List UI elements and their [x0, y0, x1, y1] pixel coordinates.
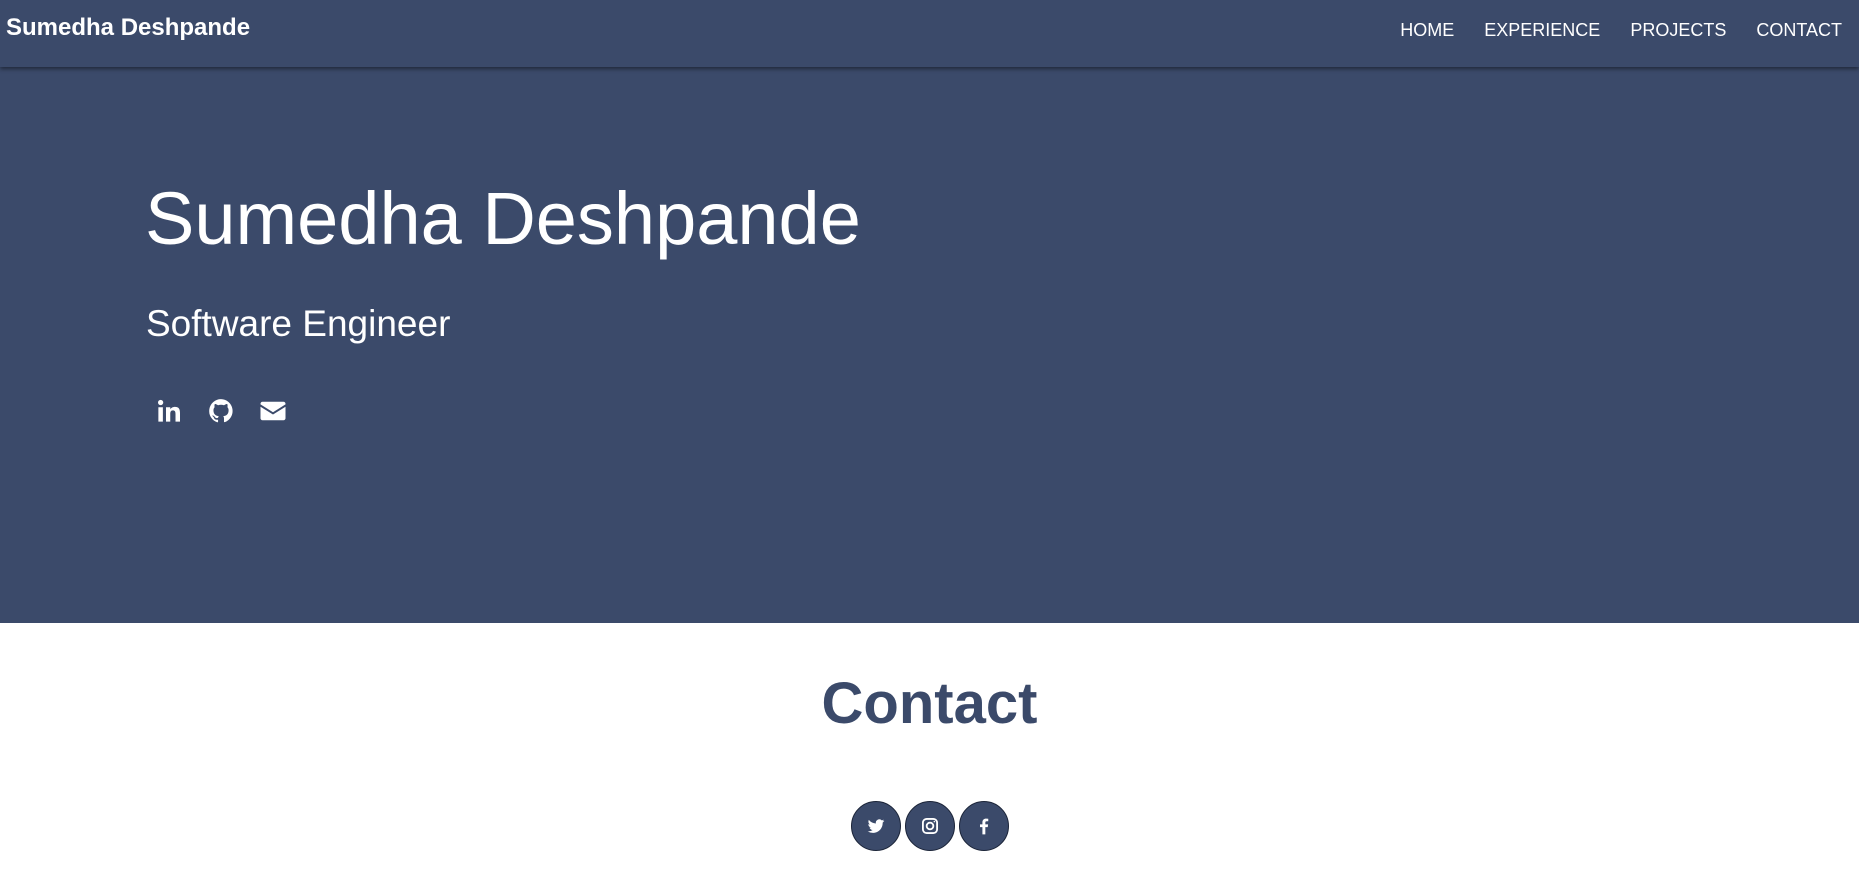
hero-name: Sumedha Deshpande — [145, 177, 861, 260]
twitter-icon — [866, 816, 886, 836]
instagram-icon — [920, 816, 940, 836]
envelope-icon[interactable] — [258, 396, 288, 426]
github-icon[interactable] — [206, 396, 236, 426]
facebook-icon — [974, 816, 994, 836]
contact-heading: Contact — [821, 671, 1038, 736]
nav-link-home[interactable]: HOME — [1400, 20, 1454, 41]
linkedin-icon[interactable] — [154, 396, 184, 426]
hero-section: Sumedha Deshpande Software Engineer — [0, 67, 1859, 623]
nav-link-experience[interactable]: EXPERIENCE — [1484, 20, 1600, 41]
twitter-button[interactable] — [850, 801, 901, 851]
nav-link-contact[interactable]: CONTACT — [1756, 20, 1842, 41]
contact-section: Contact — [0, 623, 1859, 875]
nav-link-projects[interactable]: PROJECTS — [1630, 20, 1726, 41]
hero-social-links — [154, 396, 288, 426]
hero-title: Software Engineer — [146, 303, 451, 344]
brand-link[interactable]: Sumedha Deshpande — [6, 14, 250, 42]
nav-links: HOME EXPERIENCE PROJECTS CONTACT — [1400, 20, 1842, 41]
contact-social-links — [0, 801, 1859, 851]
navbar: Sumedha Deshpande HOME EXPERIENCE PROJEC… — [0, 0, 1859, 67]
instagram-button[interactable] — [904, 801, 955, 851]
facebook-button[interactable] — [958, 801, 1009, 851]
